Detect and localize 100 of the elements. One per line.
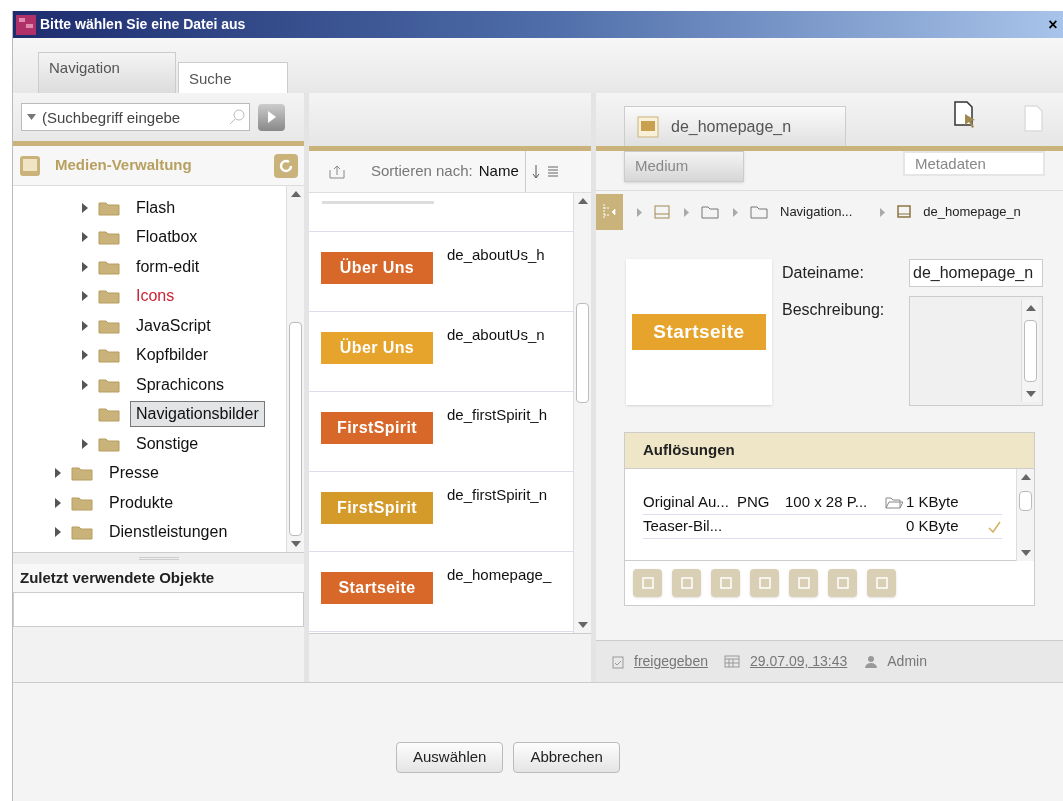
image-icon[interactable] [897, 205, 912, 219]
sort-label: Sortieren nach: [371, 161, 473, 182]
sort-field-dropdown[interactable]: Name [478, 151, 526, 192]
scroll-up-icon[interactable] [1026, 305, 1036, 311]
tree-item[interactable]: Icons [130, 283, 181, 310]
expand-arrow-icon[interactable] [82, 232, 88, 243]
resolutions-title: Auflösungen [625, 433, 1034, 469]
scrollbar[interactable] [573, 193, 591, 633]
folder-icon [98, 317, 120, 334]
expand-arrow-icon[interactable] [82, 202, 88, 213]
tree-item[interactable]: JavaScript [130, 312, 217, 339]
tree-item[interactable]: Sonstige [130, 430, 205, 457]
refresh-icon [279, 158, 293, 173]
recent-objects-title: Zuletzt verwendete Objekte [13, 564, 304, 592]
dropdown-caret-icon[interactable] [27, 114, 36, 120]
expand-arrow-icon[interactable] [55, 527, 61, 538]
media-list-item[interactable]: Über Uns de_aboutUs_n [309, 312, 573, 392]
dialog-button[interactable]: Abbrechen [513, 742, 620, 773]
breadcrumb-arrow-icon [733, 207, 738, 217]
resolution-row[interactable]: Original Au... PNG 100 x 28 P... 1 KByte [643, 491, 1002, 515]
folder-icon [71, 494, 93, 511]
tree-item[interactable]: Navigationsbilder [130, 401, 265, 428]
file-name: de_aboutUs_h [447, 245, 545, 265]
tree-item[interactable]: form-edit [130, 253, 206, 280]
breadcrumb-link[interactable]: de_homepage_n [923, 202, 1021, 222]
folder-icon[interactable] [701, 205, 719, 219]
field-label: Beschreibung: [782, 300, 885, 320]
image-icon [637, 115, 659, 138]
tree-item[interactable]: Presse [103, 460, 165, 487]
media-list-item[interactable]: Über Uns de_aboutUs_h [309, 232, 573, 312]
sort-direction-icon[interactable] [531, 164, 540, 179]
folder-open-icon[interactable] [885, 496, 903, 509]
tree-item[interactable]: Sprachicons [130, 371, 231, 398]
go-button[interactable] [258, 103, 285, 131]
image-icon [19, 154, 41, 177]
folder-icon[interactable] [750, 205, 768, 219]
close-button[interactable]: × [1046, 12, 1060, 37]
resolution-row[interactable]: Teaser-Bil... 0 KByte [643, 515, 1002, 539]
scrollbar-thumb[interactable] [289, 322, 302, 536]
tree-item[interactable]: Kopfbilder [130, 342, 215, 369]
scroll-up-icon[interactable] [1021, 474, 1031, 480]
scroll-down-icon[interactable] [1026, 391, 1036, 397]
scrollbar-thumb[interactable] [1019, 491, 1032, 511]
scrollbar[interactable] [286, 186, 304, 552]
sub-tab[interactable]: Metadaten [903, 151, 1045, 176]
breadcrumb-link[interactable]: Navigation... [780, 202, 853, 222]
clipboard-check-icon [612, 654, 624, 669]
expand-arrow-icon[interactable] [82, 350, 88, 361]
scroll-down-icon[interactable] [1021, 550, 1031, 556]
user-icon [865, 655, 878, 668]
file-name: de_homepage_ [447, 565, 552, 585]
tab[interactable]: Suche [178, 62, 288, 93]
file-name: de_aboutUs_n [447, 325, 545, 345]
app-logo-icon [16, 14, 36, 35]
scroll-down-icon[interactable] [291, 541, 301, 547]
scroll-down-icon[interactable] [578, 622, 588, 628]
file-tab-title: de_homepage_n [671, 116, 792, 137]
dialog-button[interactable]: Auswählen [396, 742, 504, 773]
splitter-handle[interactable] [13, 552, 304, 564]
description-field[interactable] [909, 296, 1043, 406]
file-tab[interactable]: de_homepage_n [624, 106, 846, 146]
expand-arrow-icon[interactable] [82, 291, 88, 302]
expand-arrow-icon[interactable] [55, 497, 61, 508]
media-list-item[interactable]: FirstSpirit de_firstSpirit_h [309, 392, 573, 472]
tree-item[interactable]: Flash [130, 194, 182, 221]
date-link[interactable]: 29.07.09, 13:43 [749, 651, 848, 672]
tree-collapse-icon [601, 203, 618, 221]
tree-item[interactable]: Floatbox [130, 224, 204, 251]
file-name: de_firstSpirit_n [447, 485, 548, 505]
refresh-button[interactable] [274, 153, 298, 178]
calendar-icon [723, 655, 740, 668]
tree-item[interactable]: Dienstleistungen [103, 519, 234, 546]
tree-item[interactable]: Produkte [103, 489, 180, 516]
check-button[interactable] [672, 569, 701, 597]
button-thumbnail: FirstSpirit [321, 492, 433, 524]
scrollbar[interactable] [1016, 469, 1034, 561]
scrollbar-thumb[interactable] [576, 303, 589, 403]
breadcrumb-arrow-icon [684, 207, 689, 217]
expand-arrow-icon[interactable] [82, 320, 88, 331]
media-list-item[interactable]: Startseite de_homepage_ [309, 552, 573, 632]
expand-arrow-icon[interactable] [55, 468, 61, 479]
scroll-up-icon[interactable] [291, 191, 301, 197]
tree-toggle-button[interactable] [596, 194, 623, 230]
release-status-link[interactable]: freigegeben [634, 651, 708, 672]
button-thumbnail: Startseite [321, 572, 433, 604]
filename-field[interactable]: de_homepage_n [909, 259, 1043, 287]
scrollbar[interactable] [1021, 300, 1039, 402]
search-field[interactable]: (Suchbegriff eingebe [21, 103, 250, 131]
scrollbar-thumb[interactable] [1024, 320, 1037, 382]
scroll-up-icon[interactable] [578, 198, 588, 204]
user-name: Admin [887, 652, 927, 671]
folder-icon [98, 229, 120, 246]
tab[interactable]: Navigation [38, 52, 176, 93]
media-list-item[interactable]: FirstSpirit de_firstSpirit_n [309, 472, 573, 552]
expand-arrow-icon[interactable] [82, 379, 88, 390]
image-icon[interactable] [654, 205, 670, 219]
expand-arrow-icon[interactable] [82, 261, 88, 272]
menu-icon[interactable] [547, 164, 558, 179]
button-thumbnail: FirstSpirit [321, 412, 433, 444]
expand-arrow-icon[interactable] [82, 438, 88, 449]
